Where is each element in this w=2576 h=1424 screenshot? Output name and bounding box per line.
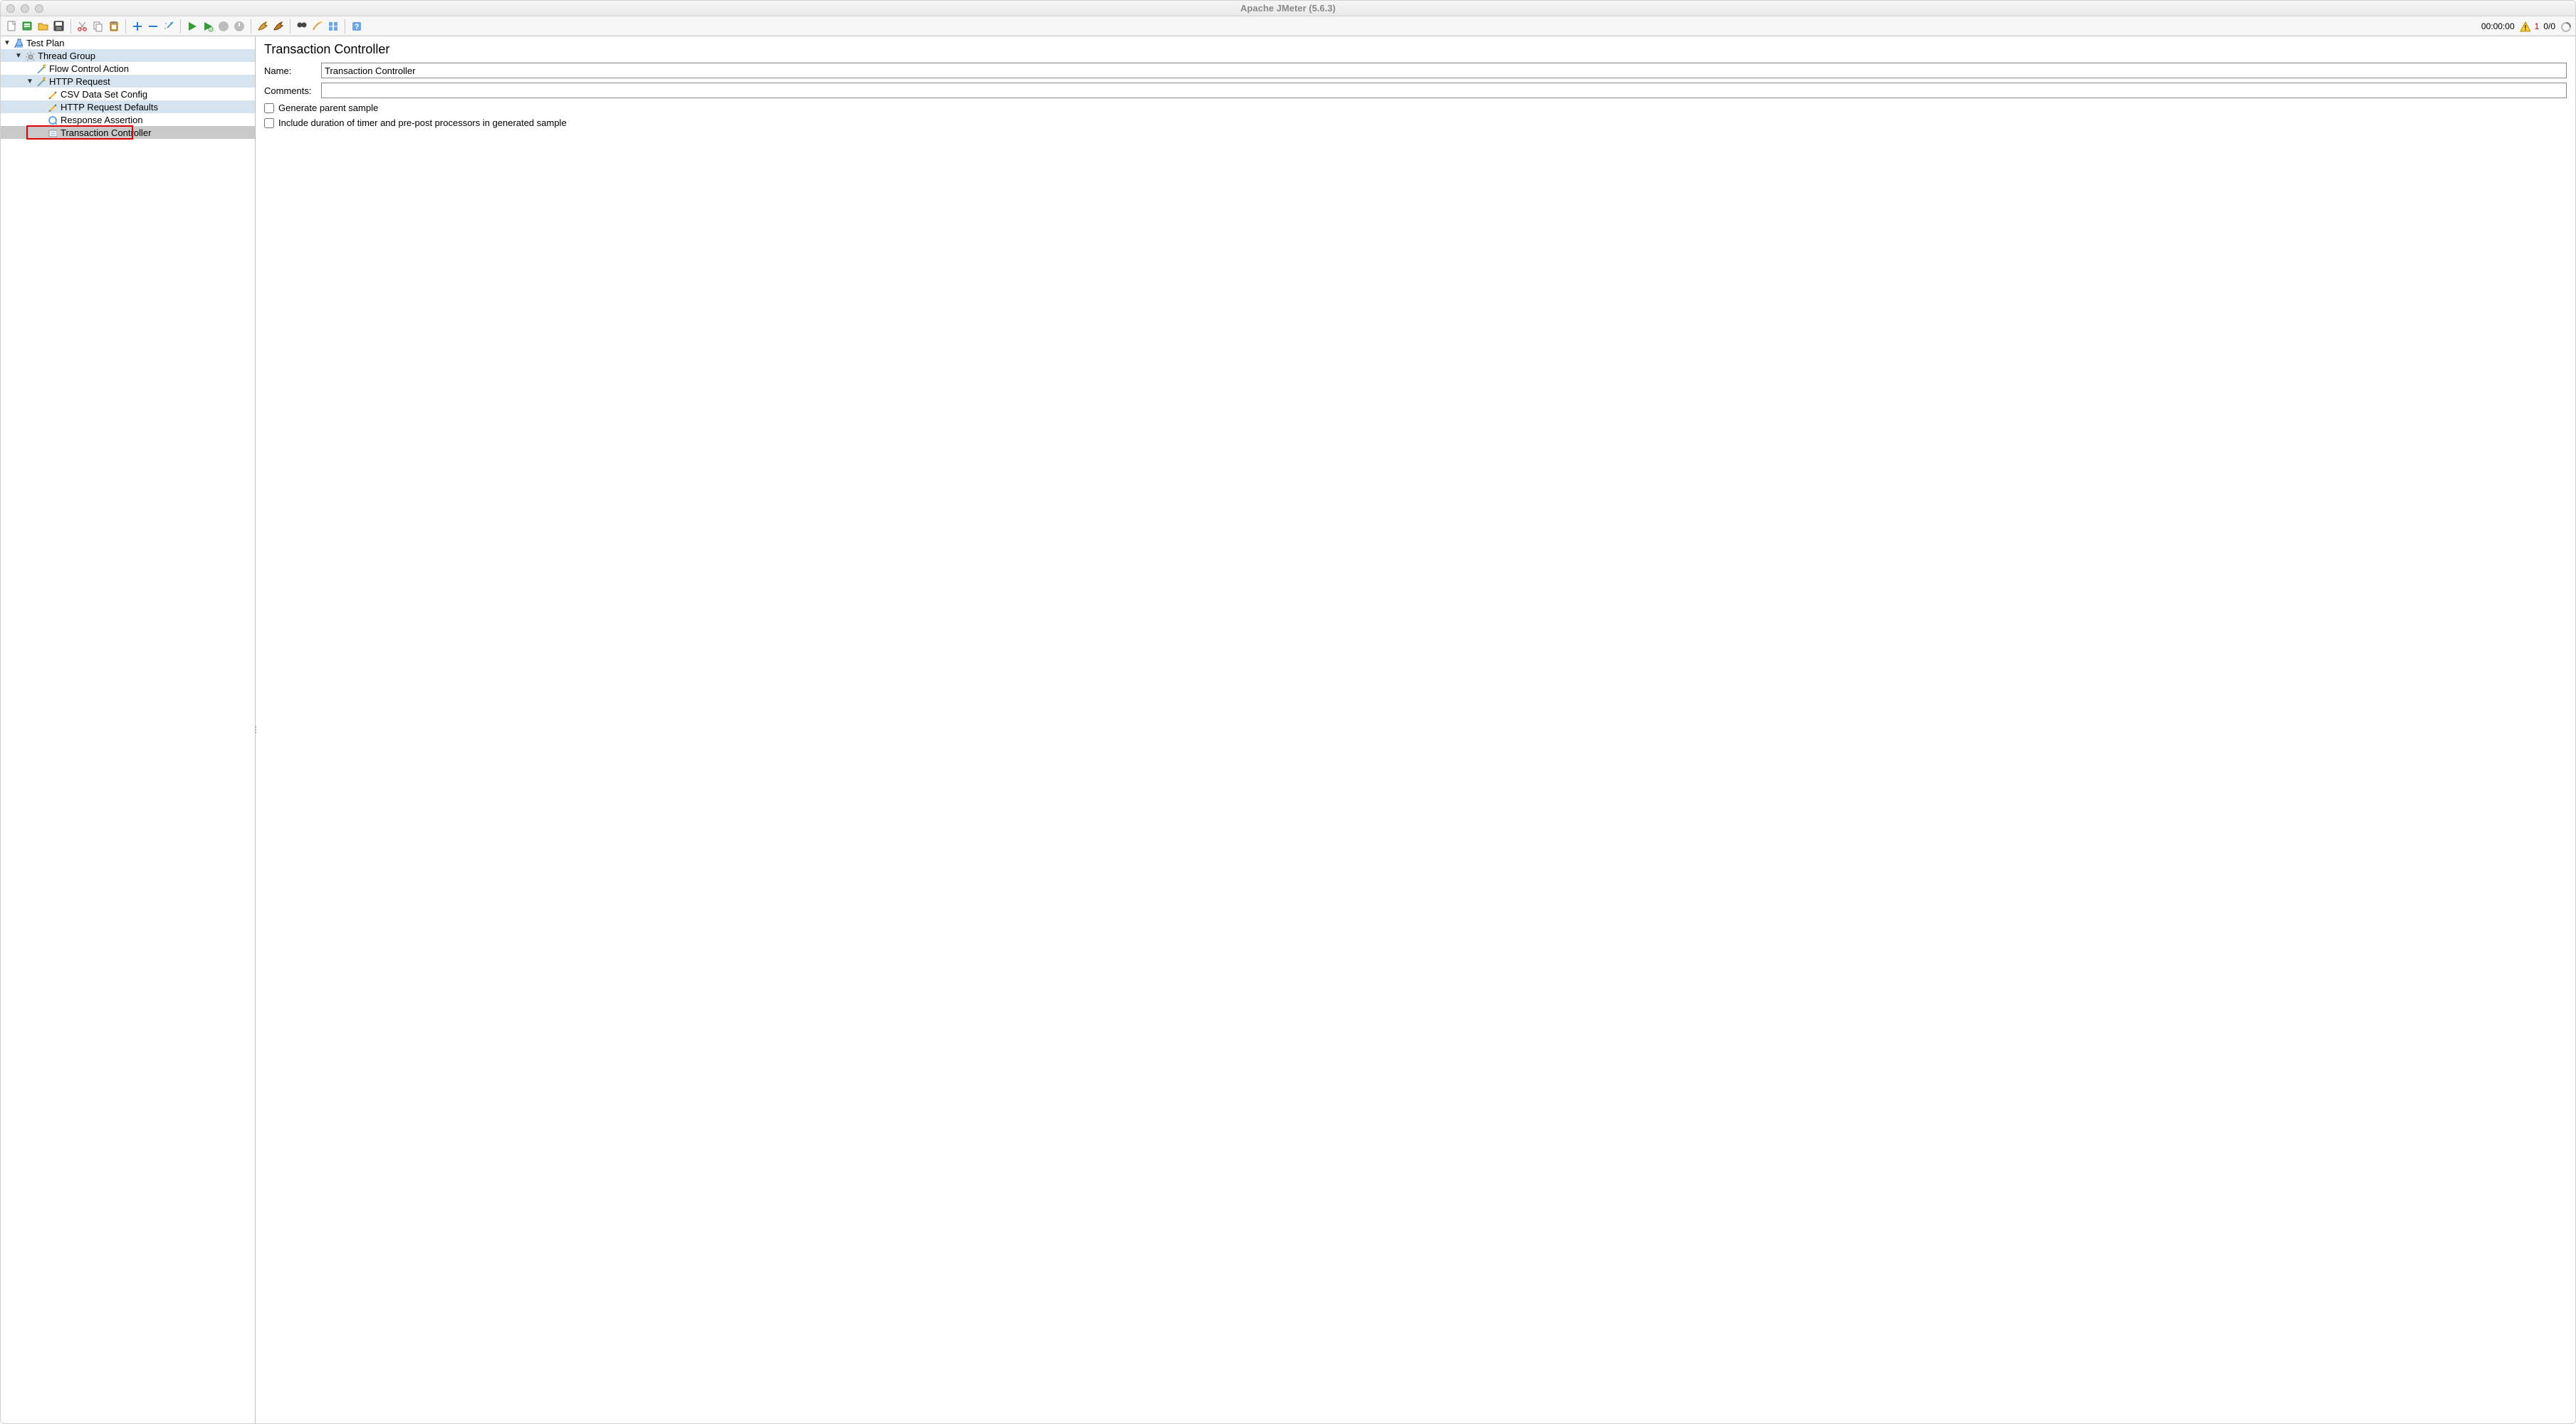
help-icon[interactable]	[350, 19, 364, 33]
zoom-window-icon[interactable]	[35, 4, 43, 13]
assertion-icon	[46, 114, 58, 125]
tree-item-label: HTTP Request	[49, 76, 110, 87]
tree-item-label: CSV Data Set Config	[61, 89, 147, 100]
tree-item[interactable]: Flow Control Action	[1, 62, 255, 75]
window-title: Apache JMeter (5.6.3)	[1, 3, 2575, 14]
warning-icon[interactable]	[2519, 21, 2530, 32]
save-icon[interactable]	[52, 19, 66, 33]
tree-item[interactable]: Response Assertion	[1, 113, 255, 126]
generate-parent-sample-checkbox[interactable]	[264, 103, 274, 113]
generate-parent-sample-label: Generate parent sample	[278, 103, 378, 113]
cut-icon[interactable]	[75, 19, 90, 33]
play-nopause-icon[interactable]	[201, 19, 215, 33]
splitter-handle[interactable]	[256, 720, 258, 740]
clear-icon[interactable]	[256, 19, 270, 33]
panel-heading: Transaction Controller	[264, 42, 2567, 57]
new-file-icon[interactable]	[5, 19, 19, 33]
activity-spinner-icon	[2560, 21, 2571, 32]
stop-icon[interactable]	[216, 19, 231, 33]
comments-input[interactable]	[321, 83, 2567, 98]
config-icon	[46, 88, 58, 100]
name-input[interactable]	[321, 63, 2567, 78]
tree-item-label: Thread Group	[38, 51, 95, 61]
close-window-icon[interactable]	[6, 4, 15, 13]
titlebar: Apache JMeter (5.6.3)	[1, 1, 2575, 16]
minus-icon[interactable]	[146, 19, 160, 33]
tree-item[interactable]: ▼ HTTP Request	[1, 75, 255, 88]
tree-item[interactable]: HTTP Request Defaults	[1, 100, 255, 113]
tree-item-label: HTTP Request Defaults	[61, 102, 158, 112]
thread-counter: 0/0	[2543, 21, 2555, 31]
tree-item[interactable]: ▼ Test Plan	[1, 36, 255, 49]
reset-search-icon[interactable]	[310, 19, 325, 33]
tree-item-label: Test Plan	[26, 38, 64, 48]
tree-item-label: Response Assertion	[61, 115, 143, 125]
tree-item[interactable]: Transaction Controller	[1, 126, 255, 139]
templates-icon[interactable]	[21, 19, 35, 33]
sampler-icon	[35, 63, 46, 74]
warning-count: 1	[2535, 21, 2540, 31]
plus-icon[interactable]	[130, 19, 145, 33]
disclosure-triangle-icon[interactable]: ▼	[4, 39, 11, 47]
disclosure-triangle-icon[interactable]: ▼	[15, 52, 22, 60]
copy-icon[interactable]	[91, 19, 105, 33]
shutdown-icon[interactable]	[232, 19, 246, 33]
include-timer-duration-label: Include duration of timer and pre-post p…	[278, 117, 567, 128]
function-helper-icon[interactable]	[326, 19, 340, 33]
minimize-window-icon[interactable]	[21, 4, 29, 13]
tree-item-label: Flow Control Action	[49, 63, 129, 74]
flask-icon	[12, 37, 23, 48]
search-icon[interactable]	[295, 19, 309, 33]
toolbar: 00:00:00 1 0/0	[1, 16, 2575, 36]
include-timer-duration-checkbox[interactable]	[264, 118, 274, 128]
play-icon[interactable]	[185, 19, 199, 33]
threadgroup-icon	[23, 50, 35, 61]
paste-icon[interactable]	[107, 19, 121, 33]
open-icon[interactable]	[36, 19, 51, 33]
element-editor: Transaction Controller Name: Comments: G…	[256, 36, 2575, 1423]
disclosure-triangle-icon[interactable]: ▼	[26, 78, 33, 85]
clear-all-icon[interactable]	[271, 19, 286, 33]
comments-label: Comments:	[264, 85, 315, 96]
toggle-icon[interactable]	[162, 19, 176, 33]
sampler-icon	[35, 75, 46, 87]
controller-icon	[46, 127, 58, 138]
tree-item[interactable]: CSV Data Set Config	[1, 88, 255, 100]
name-label: Name:	[264, 66, 315, 76]
test-plan-tree[interactable]: ▼ Test Plan ▼ Thread Group Flow Control Acti…	[1, 36, 256, 1423]
tree-item[interactable]: ▼ Thread Group	[1, 49, 255, 62]
elapsed-time: 00:00:00	[2481, 21, 2515, 31]
tree-item-label: Transaction Controller	[61, 127, 151, 138]
config-icon	[46, 101, 58, 112]
